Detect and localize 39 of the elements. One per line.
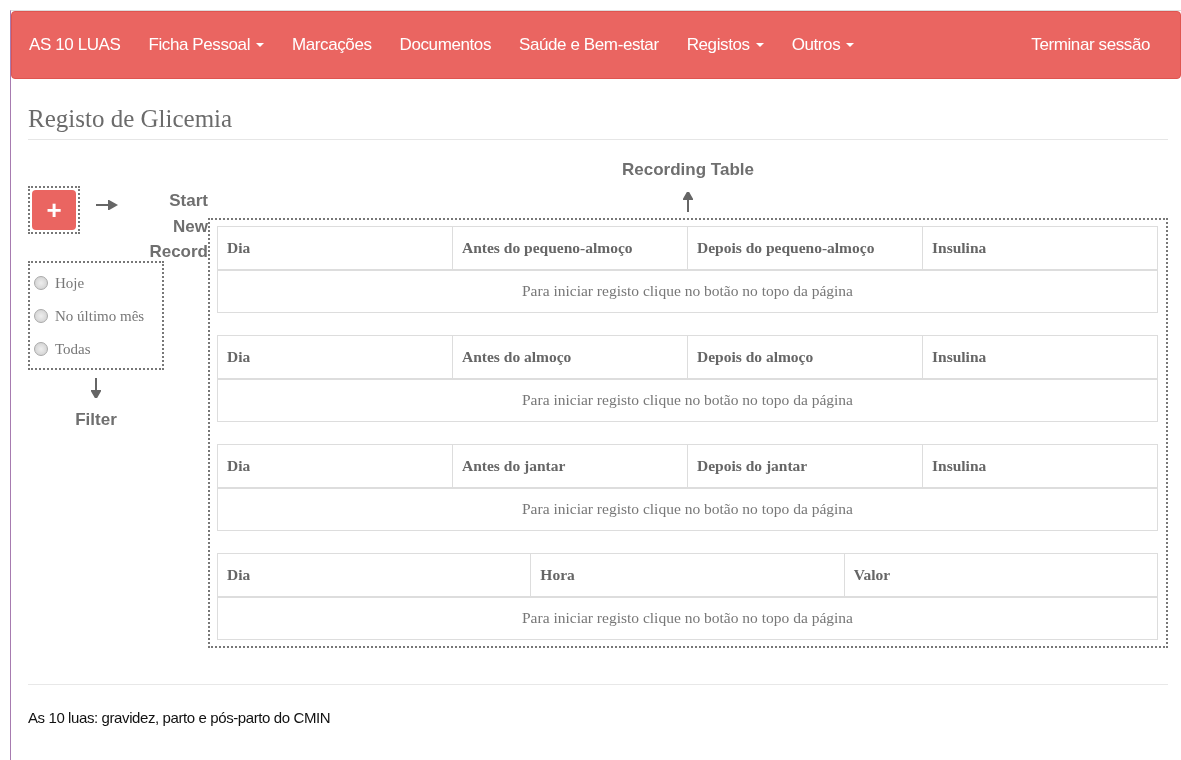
logout-link[interactable]: Terminar sessão [1031,35,1150,55]
column-header: Hora [530,553,845,597]
add-record-button[interactable]: + [32,190,76,230]
column-header: Dia [217,335,453,379]
column-header: Dia [217,226,453,270]
annotation-label: Filter [75,409,117,430]
column-header: Dia [217,444,453,488]
filter-radio[interactable]: No último mês [34,299,158,333]
annotation-label: Start New Record [148,190,208,263]
column-header: Antes do jantar [452,444,688,488]
nav-link[interactable]: Marcações [292,35,372,55]
empty-message: Para iniciar registo clique no botão no topo da página [217,269,1158,313]
annotation-label: Recording Table [622,160,754,180]
nav-link[interactable]: Saúde e Bem-estar [519,35,659,55]
filter-radio[interactable]: Todas [34,332,158,366]
empty-message: Para iniciar registo clique no botão no topo da página [217,596,1158,640]
nav-link[interactable]: Ficha Pessoal [148,35,265,55]
arrow-icon [683,192,693,212]
nav-link[interactable]: Registos [686,35,764,55]
filter-radio[interactable]: Hoje [34,266,158,300]
column-header: Antes do almoço [452,335,688,379]
column-header: Depois do almoço [687,335,923,379]
column-header: Antes do pequeno-almoço [452,226,688,270]
brand-link[interactable]: AS 10 LUAS [29,35,121,55]
nav-link[interactable]: Outros [791,35,855,55]
empty-message: Para iniciar registo clique no botão no topo da página [217,378,1158,422]
column-header: Depois do jantar [687,444,923,488]
column-header: Insulina [922,444,1158,488]
column-header: Insulina [922,335,1158,379]
column-header: Dia [217,553,531,597]
page-title: Registo de Glicemia [28,105,233,133]
arrow-icon [91,377,101,398]
footer-text: As 10 luas: gravidez, parto e pós-parto do CMIN [28,709,331,726]
arrow-icon [96,200,118,210]
column-header: Depois do pequeno-almoço [687,226,923,270]
column-header: Valor [844,553,1158,597]
nav-link[interactable]: Documentos [399,35,491,55]
column-header: Insulina [922,226,1158,270]
empty-message: Para iniciar registo clique no botão no topo da página [217,487,1158,531]
